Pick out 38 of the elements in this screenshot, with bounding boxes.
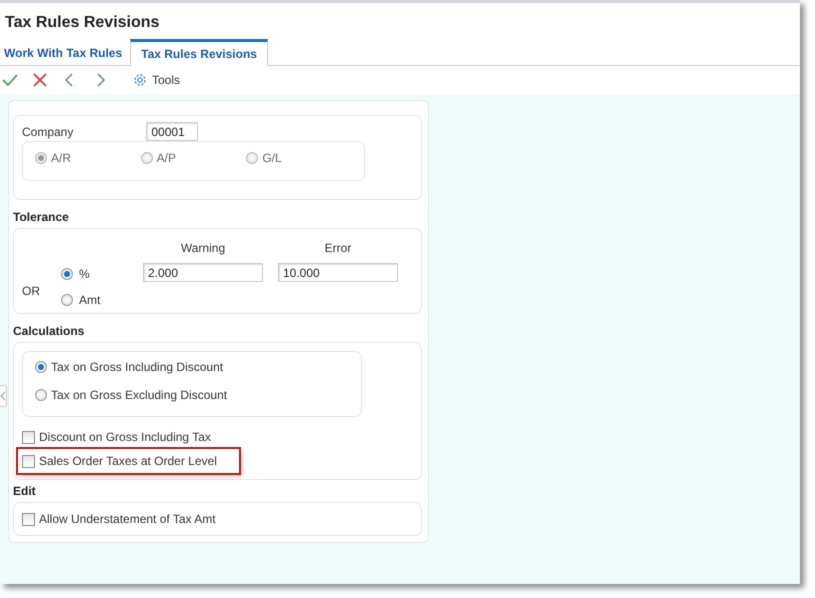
checkbox-label: Discount on Gross Including Tax [39,429,211,446]
ok-button[interactable] [2,72,18,88]
radio-button[interactable] [61,268,74,280]
radio-label: Amt [79,292,100,309]
radio-button[interactable] [61,294,74,306]
radio-label: A/R [51,150,72,167]
gear-icon [132,72,148,88]
section-heading: Edit [13,483,37,500]
field-label: Company [22,124,74,140]
column-label: Error [324,240,352,257]
checkbox-label: Sales Order Taxes at Order Level [39,453,217,470]
radio-button[interactable] [35,361,47,373]
input-field[interactable]: 2.000 [143,263,263,282]
chevron-left-icon [0,391,6,401]
close-icon [32,72,48,88]
input-field[interactable]: 00001 [146,122,198,141]
collapse-handle[interactable] [0,385,7,407]
radio-label: % [79,266,90,283]
checkbox[interactable] [22,430,35,444]
tab[interactable]: Tax Rules Revisions [130,39,268,66]
checkbox[interactable] [22,454,35,468]
radio-label: Tax on Gross Excluding Discount [51,387,228,404]
column-label: Warning [180,240,226,257]
section-heading: Calculations [13,323,86,340]
radio-label: Tax on Gross Including Discount [51,359,224,376]
window-title: Tax Rules Revisions [0,3,800,39]
tools-button[interactable]: Tools [132,71,180,89]
checkbox-label: Allow Understatement of Tax Amt [39,511,216,528]
radio-label: G/L [262,150,282,167]
cancel-button[interactable] [32,72,48,88]
radio-label: A/P [156,150,176,167]
tab[interactable]: Work With Tax Rules [2,41,130,65]
section-heading: Tolerance [13,209,70,226]
input-field[interactable]: 10.000 [278,263,398,282]
radio-button[interactable] [35,389,47,401]
or-label: OR [22,283,40,300]
checkbox[interactable] [22,512,35,526]
ok-icon [2,72,18,88]
